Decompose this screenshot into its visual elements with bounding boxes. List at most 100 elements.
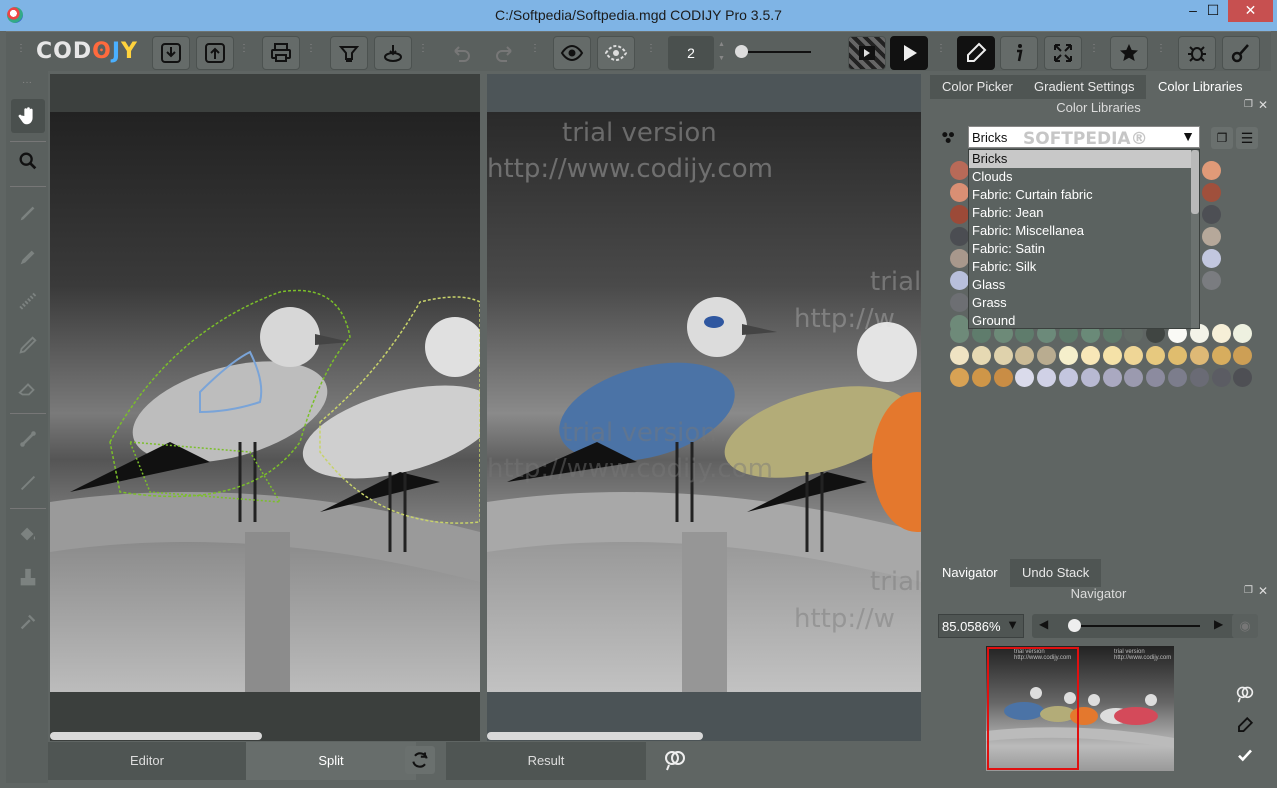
redo-button[interactable] <box>486 36 524 70</box>
colorize-button[interactable] <box>330 36 368 70</box>
preview-button[interactable] <box>553 36 591 70</box>
zoom-combo[interactable]: 85.0586% ▼ <box>938 614 1024 638</box>
frame-slider-handle[interactable] <box>735 45 748 58</box>
color-swatch[interactable] <box>1211 368 1231 387</box>
color-swatch[interactable] <box>1037 346 1057 365</box>
library-option[interactable]: Fabric: Satin <box>969 240 1199 258</box>
close-navigator-icon[interactable]: ✕ <box>1258 584 1268 598</box>
zoom-slider[interactable] <box>1072 625 1200 627</box>
print-button[interactable] <box>262 36 300 70</box>
library-menu-button[interactable]: ☰ <box>1236 127 1258 149</box>
color-swatch[interactable] <box>1124 368 1144 387</box>
color-swatch[interactable] <box>1202 249 1221 268</box>
tab-result[interactable]: Result <box>446 742 646 780</box>
link-navigator-button[interactable] <box>1231 683 1259 705</box>
color-swatch[interactable] <box>950 249 969 268</box>
tab-color-libraries[interactable]: Color Libraries <box>1146 75 1255 99</box>
result-pane[interactable]: trial version http://www.codijy.com tria… <box>487 74 921 741</box>
fullscreen-button[interactable] <box>1044 36 1082 70</box>
undo-button[interactable] <box>442 36 480 70</box>
tool-strip-grip[interactable]: ··· <box>18 78 36 93</box>
play-button[interactable] <box>890 36 928 70</box>
color-swatch[interactable] <box>971 368 991 387</box>
export-button[interactable] <box>196 36 234 70</box>
frame-slider[interactable] <box>741 51 811 53</box>
navigator-thumbnail[interactable]: trial version http://www.codijy.com tria… <box>986 646 1174 771</box>
color-swatch[interactable] <box>1233 324 1253 343</box>
tab-editor[interactable]: Editor <box>48 742 246 780</box>
zoom-slider-handle[interactable] <box>1068 619 1081 632</box>
onion-skin-button[interactable] <box>597 36 635 70</box>
frame-spinner[interactable]: ▲ ▼ <box>718 38 725 66</box>
color-swatch[interactable] <box>1202 205 1221 224</box>
color-swatch[interactable] <box>1102 346 1122 365</box>
viewport-rectangle[interactable] <box>987 647 1079 770</box>
color-swatch[interactable] <box>1059 368 1078 387</box>
color-swatch[interactable] <box>1059 346 1078 365</box>
zoom-out-icon[interactable]: ◀ <box>1039 617 1048 631</box>
editor-pane[interactable] <box>50 74 480 741</box>
color-swatch[interactable] <box>1080 346 1100 365</box>
library-detach-button[interactable]: ❐ <box>1211 127 1233 149</box>
color-swatch[interactable] <box>993 368 1013 387</box>
palette-button[interactable] <box>936 125 962 151</box>
library-option[interactable]: Fabric: Miscellanea <box>969 222 1199 240</box>
color-swatch[interactable] <box>1102 368 1122 387</box>
color-swatch[interactable] <box>1202 227 1221 246</box>
stamp-tool[interactable] <box>11 561 45 595</box>
library-option[interactable]: Bricks <box>969 150 1199 168</box>
maximize-button[interactable]: ☐ <box>1200 0 1226 22</box>
settings-button[interactable] <box>1222 36 1260 70</box>
tab-color-picker[interactable]: Color Picker <box>930 75 1025 99</box>
color-swatch[interactable] <box>1168 368 1187 387</box>
hand-tool[interactable] <box>11 99 45 133</box>
color-swatch[interactable] <box>950 324 969 343</box>
tab-navigator[interactable]: Navigator <box>930 559 1010 587</box>
favorites-button[interactable] <box>1110 36 1148 70</box>
result-hscroll[interactable] <box>487 732 703 740</box>
zoom-in-icon[interactable]: ▶ <box>1214 617 1223 631</box>
fill-tool[interactable] <box>11 517 45 551</box>
zoom-tool[interactable] <box>11 144 45 178</box>
color-swatch[interactable] <box>950 183 969 202</box>
marker-tool[interactable] <box>11 240 45 274</box>
color-swatch[interactable] <box>1202 271 1221 290</box>
tab-gradient-settings[interactable]: Gradient Settings <box>1022 75 1147 99</box>
pen-tool-button[interactable] <box>957 36 995 70</box>
color-swatch[interactable] <box>1015 346 1035 365</box>
color-swatch[interactable] <box>993 346 1013 365</box>
frame-number-field[interactable]: 2 <box>668 36 714 70</box>
color-swatch[interactable] <box>1202 161 1221 180</box>
color-swatch[interactable] <box>950 227 969 246</box>
gradient-line-tool[interactable] <box>11 422 45 456</box>
line-tool[interactable] <box>11 466 45 500</box>
link-views-button[interactable] <box>660 746 690 774</box>
color-swatch[interactable] <box>1189 346 1209 365</box>
color-swatch[interactable] <box>1211 346 1231 365</box>
library-option[interactable]: Grass <box>969 294 1199 312</box>
library-select[interactable]: Bricks SOFTPEDIA® ▼ <box>968 126 1200 149</box>
library-option[interactable]: Fabric: Jean <box>969 204 1199 222</box>
play-frames-button[interactable] <box>848 36 886 70</box>
bug-report-button[interactable] <box>1178 36 1216 70</box>
eraser-tool[interactable] <box>11 372 45 406</box>
tab-split[interactable]: Split <box>246 742 416 780</box>
editor-image[interactable] <box>50 112 480 692</box>
edit-navigator-button[interactable] <box>1231 714 1259 736</box>
eyedropper-tool[interactable] <box>11 605 45 639</box>
color-swatch[interactable] <box>1202 183 1221 202</box>
color-swatch[interactable] <box>1037 368 1057 387</box>
info-button[interactable] <box>1000 36 1038 70</box>
color-swatch[interactable] <box>950 346 969 365</box>
navigator-preview-button[interactable]: ◉ <box>1232 614 1258 638</box>
color-swatch[interactable] <box>1233 368 1253 387</box>
library-option[interactable]: Glass <box>969 276 1199 294</box>
color-swatch[interactable] <box>1168 346 1187 365</box>
toolbar-grip[interactable]: ⋮ <box>16 44 26 59</box>
dotted-brush-tool[interactable] <box>11 284 45 318</box>
library-option[interactable]: Ground <box>969 312 1199 330</box>
library-option[interactable]: Clouds <box>969 168 1199 186</box>
color-swatch[interactable] <box>950 271 969 290</box>
dropdown-scrollbar[interactable] <box>1191 150 1199 328</box>
color-swatch[interactable] <box>1146 346 1166 365</box>
